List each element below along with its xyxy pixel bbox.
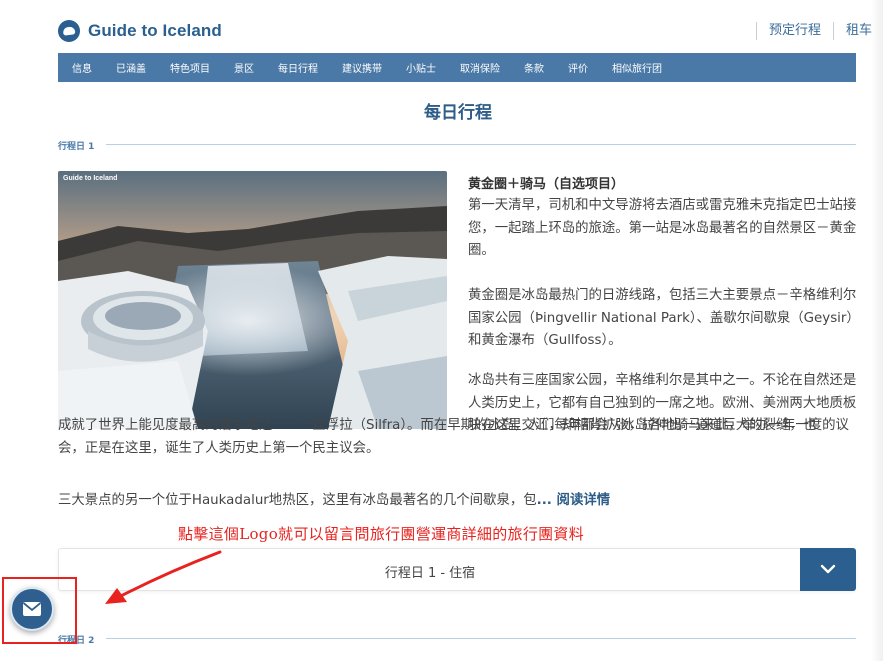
accordion-toggle-button[interactable]: [800, 548, 856, 591]
site-header: Guide to Iceland 预定行程 租车: [58, 14, 872, 48]
photo-watermark: Guide to Iceland: [63, 175, 118, 182]
annotation-text: 點擊這個Logo就可以留言問旅行團營運商詳細的旅行團資料: [178, 525, 585, 543]
section-title: 每日行程: [424, 103, 492, 123]
paragraph-3-bottom: 成就了世界上能见度最高的潜水地之一－－丝浮拉（Silfra）。而在早期的冰岛，人…: [58, 418, 849, 456]
nav-item-what-to-bring[interactable]: 建议携带: [342, 60, 382, 75]
tour-title: 黄金圈＋骑马（自选项目）: [468, 177, 625, 192]
nav-item-cancellation[interactable]: 取消保险: [460, 60, 500, 75]
nav-item-reviews[interactable]: 评价: [568, 60, 588, 75]
nav-item-itinerary[interactable]: 每日行程: [278, 60, 318, 75]
chevron-down-icon: [820, 564, 836, 574]
nav-item-highlights[interactable]: 特色项目: [170, 60, 210, 75]
contact-operator-button[interactable]: [10, 587, 54, 631]
site-logo[interactable]: Guide to Iceland: [58, 20, 222, 42]
paragraph-4: 三大景点的另一个位于Haukadalur地热区，这里有冰岛最著名的几个间歇泉，包…: [58, 490, 858, 513]
paragraph-1: 第一天清早，司机和中文导游将去酒店或雷克雅未克指定巴士站接您，一起踏上环岛的旅途…: [468, 198, 857, 258]
nav-item-attractions[interactable]: 景区: [234, 60, 254, 75]
day-1-photo: Guide to Iceland: [58, 171, 447, 429]
mail-icon: [22, 602, 42, 616]
page-edge-shade: [871, 0, 883, 661]
annotation-arrow: [105, 550, 222, 604]
paragraph-4-text: 三大景点的另一个位于Haukadalur地热区，这里有冰岛最著名的几个间歇泉，包: [58, 493, 537, 508]
read-more-link[interactable]: ... 阅读详情: [537, 493, 611, 508]
nav-item-similar-tours[interactable]: 相似旅行团: [612, 60, 662, 75]
day-1-label: 行程日 1: [58, 142, 95, 152]
section-nav: 信息 已涵盖 特色项目 景区 每日行程 建议携带 小贴士 取消保险 条款 评价 …: [58, 53, 856, 82]
header-links: 预定行程 租车: [755, 22, 883, 40]
nav-item-included[interactable]: 已涵盖: [116, 60, 146, 75]
iceland-logo-icon: [58, 20, 80, 42]
day-1-divider: [106, 144, 856, 145]
nav-item-terms[interactable]: 条款: [524, 60, 544, 75]
nav-item-info[interactable]: 信息: [72, 60, 92, 75]
book-tour-link[interactable]: 预定行程: [755, 22, 833, 40]
nav-item-tips[interactable]: 小贴士: [406, 60, 436, 75]
day-2-divider: [106, 638, 856, 639]
logo-text: Guide to Iceland: [88, 21, 222, 40]
paragraph-2: 黄金圈是冰岛最热门的日游线路，包括三大主要景点－辛格维利尔国家公园（Þingve…: [468, 288, 860, 348]
